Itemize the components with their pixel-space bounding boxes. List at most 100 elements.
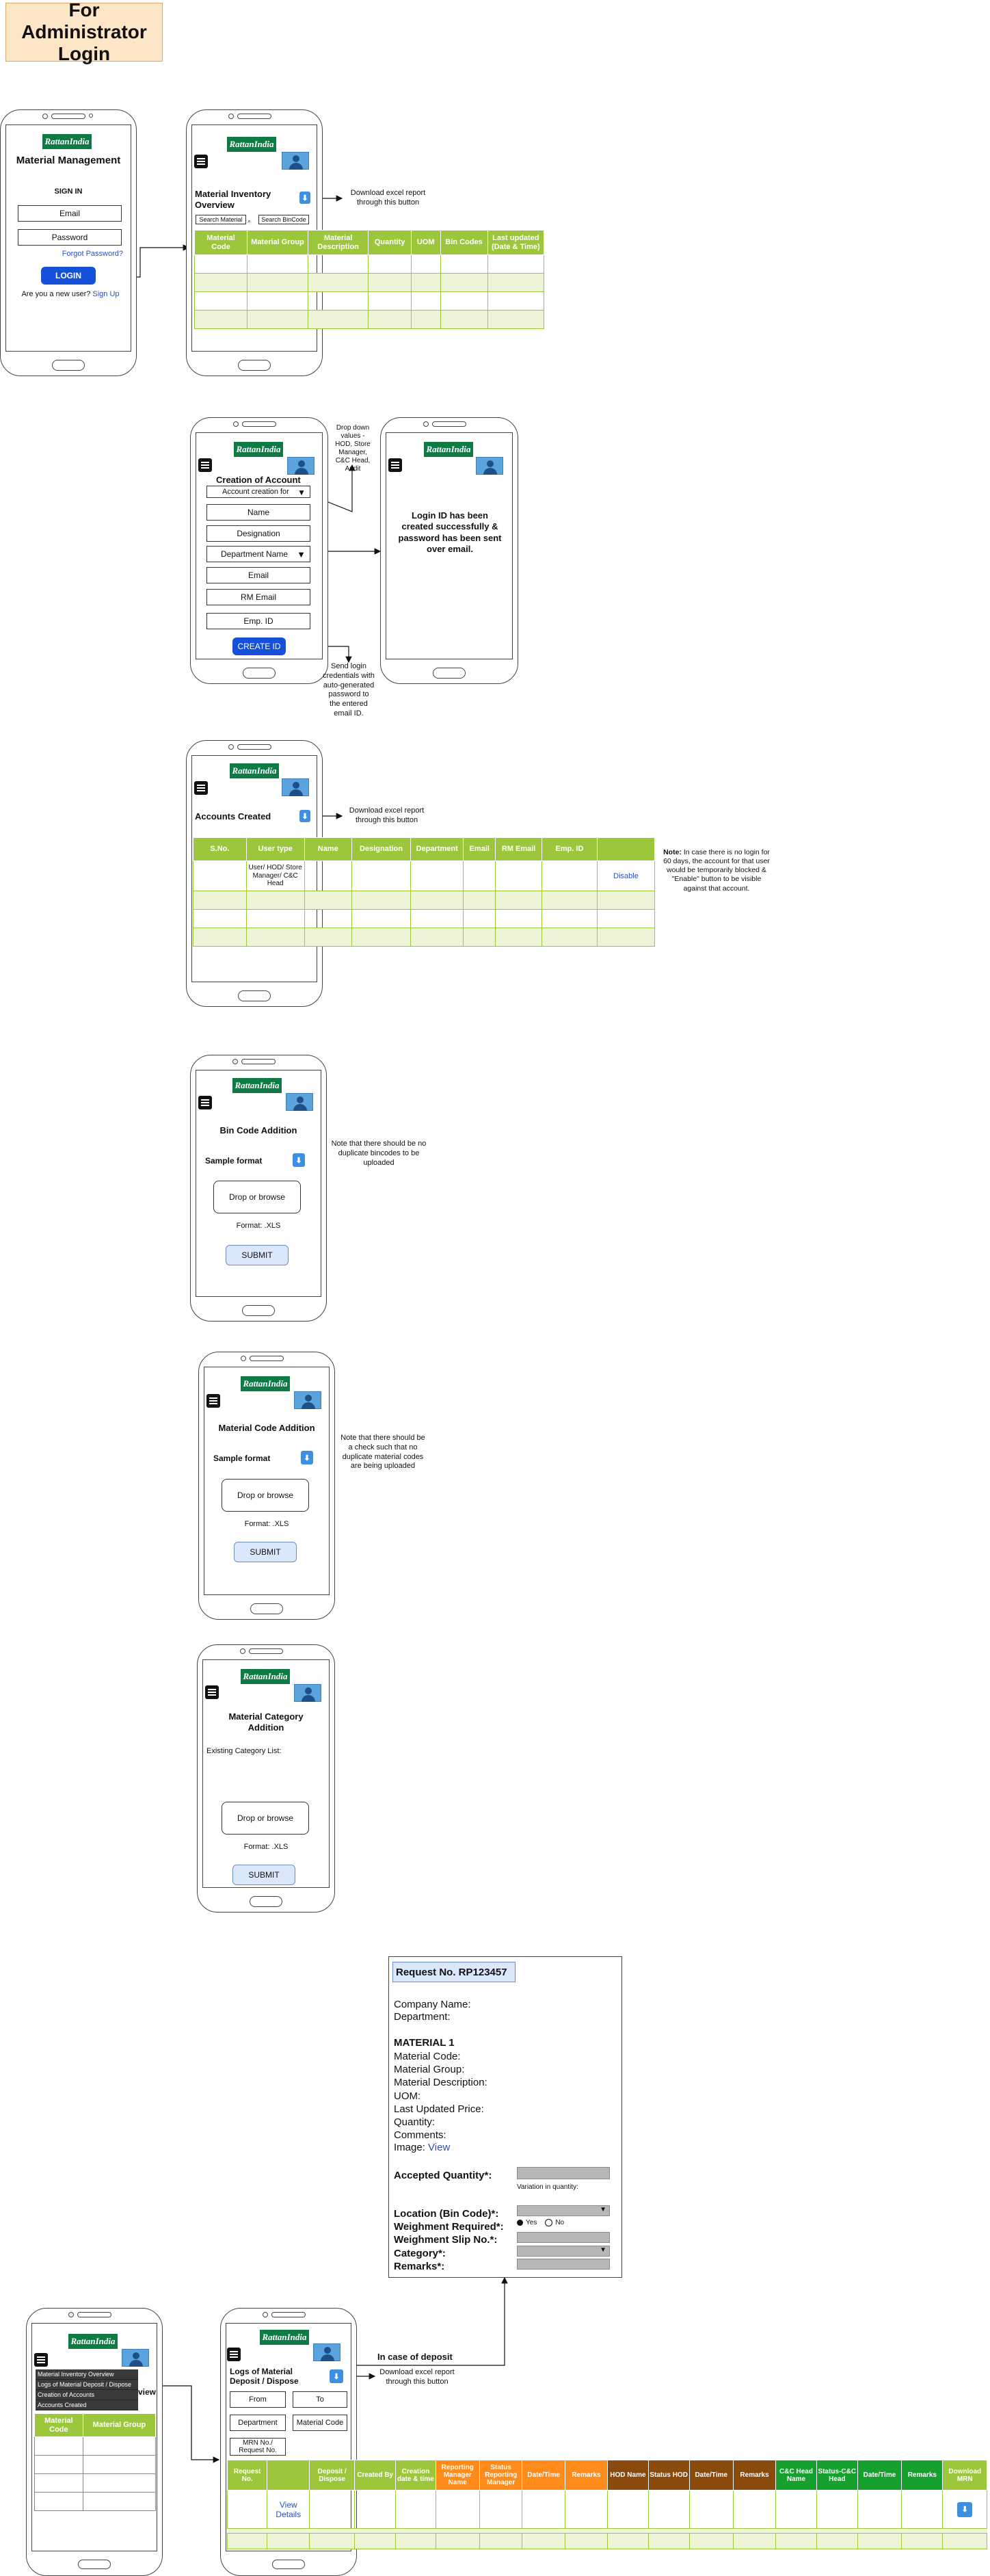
material-fields: Material Code: Material Group: Material De… — [394, 2050, 613, 2142]
radio-no[interactable] — [545, 2219, 553, 2226]
hamburger-menu-icon[interactable] — [198, 458, 212, 472]
to-date-field[interactable]: To — [293, 2391, 347, 2408]
view-details-link[interactable]: View Details — [267, 2490, 310, 2529]
radio-yes[interactable] — [517, 2220, 523, 2226]
designation-field[interactable]: Designation — [206, 525, 310, 542]
download-icon[interactable]: ⬇ — [301, 1451, 313, 1464]
weighment-slip-label: Weighment Slip No.*: — [394, 2234, 498, 2246]
email-field[interactable]: Email — [18, 205, 122, 222]
phone-speaker — [271, 2312, 306, 2317]
home-button[interactable] — [250, 1896, 282, 1907]
phone-camera — [423, 421, 429, 427]
variation-label: Variation in quantity: — [517, 2183, 578, 2191]
search-bincode-input[interactable]: Search BinCode — [258, 215, 309, 224]
create-id-button[interactable]: CREATE ID — [232, 638, 286, 655]
download-icon[interactable]: ⬇ — [299, 810, 310, 822]
deposit-case-label: In case of deposit — [377, 2352, 453, 2362]
forgot-password-link[interactable]: Forgot Password? — [55, 250, 123, 258]
department-label: Department: — [394, 2011, 451, 2023]
menu-item[interactable]: Creation of Accounts — [36, 2390, 138, 2400]
password-field[interactable]: Password — [18, 229, 122, 246]
accepted-qty-input[interactable] — [517, 2167, 610, 2179]
home-button[interactable] — [242, 1305, 275, 1316]
accounts-title: Accounts Created — [195, 811, 271, 822]
account-type-dropdown[interactable]: Account creation for ▼ — [206, 486, 310, 498]
download-icon[interactable]: ⬇ — [293, 1153, 305, 1167]
home-button[interactable] — [238, 990, 271, 1001]
hamburger-menu-icon[interactable] — [198, 1096, 212, 1109]
phone-speaker — [237, 744, 271, 750]
view-image-link[interactable]: View — [428, 2142, 450, 2153]
home-button[interactable] — [238, 360, 271, 371]
file-drop-zone[interactable]: Drop or browse — [222, 1479, 309, 1512]
email-field[interactable]: Email — [206, 567, 310, 583]
rm-email-field[interactable]: RM Email — [206, 589, 310, 605]
logs-table: Request No. Deposit / Dispose Created By Cr… — [226, 2460, 987, 2549]
phone-camera — [68, 2312, 74, 2317]
hamburger-menu-icon[interactable] — [227, 2348, 241, 2361]
name-field[interactable]: Name — [206, 504, 310, 521]
from-date-field[interactable]: From — [230, 2391, 286, 2408]
material-code-filter[interactable]: Material Code — [293, 2415, 347, 2431]
home-button[interactable] — [433, 668, 466, 679]
user-avatar-icon[interactable] — [287, 457, 315, 475]
home-button[interactable] — [272, 2560, 305, 2569]
menu-item[interactable]: Logs of Material Deposit / Dispose — [36, 2380, 138, 2390]
col-logs-6: Status Reporting Manager — [479, 2460, 523, 2490]
user-avatar-icon[interactable] — [286, 1093, 313, 1111]
hamburger-menu-icon[interactable] — [194, 155, 208, 168]
category-label: Category*: — [394, 2248, 446, 2259]
user-avatar-icon[interactable] — [122, 2349, 149, 2367]
home-button[interactable] — [243, 668, 276, 679]
home-button[interactable] — [78, 2560, 111, 2569]
hamburger-menu-icon[interactable] — [34, 2353, 48, 2367]
category-title: Material Category Addition — [228, 1711, 304, 1733]
note-label: Note: — [663, 848, 682, 856]
file-drop-zone[interactable]: Drop or browse — [213, 1181, 301, 1213]
submit-button[interactable]: SUBMIT — [232, 1865, 295, 1885]
mrn-request-filter[interactable]: MRN No./ Request No. — [230, 2438, 286, 2456]
file-drop-zone[interactable]: Drop or browse — [222, 1802, 309, 1835]
user-avatar-icon[interactable] — [294, 1684, 321, 1702]
hamburger-menu-icon[interactable] — [206, 1394, 220, 1408]
user-avatar-icon[interactable] — [282, 152, 309, 170]
menu-item[interactable]: Accounts Created — [36, 2400, 138, 2410]
weighment-radio-group: Yes No — [517, 2219, 564, 2226]
company-logo: RattanIndia — [260, 2330, 309, 2345]
home-button[interactable] — [250, 1603, 283, 1614]
download-icon[interactable]: ⬇ — [299, 192, 310, 204]
col-logs-4: Creation date & time — [395, 2460, 436, 2490]
weighment-slip-input[interactable] — [517, 2232, 610, 2243]
user-avatar-icon[interactable] — [313, 2343, 340, 2361]
menu-item[interactable]: Material Inventory Overview — [36, 2369, 138, 2380]
download-mrn-icon[interactable]: ⬇ — [957, 2501, 973, 2517]
department-dropdown[interactable]: Department Name ▼ — [206, 546, 310, 562]
category-dropdown[interactable]: ▼ — [517, 2246, 610, 2257]
user-avatar-icon[interactable] — [294, 1391, 321, 1409]
hamburger-menu-icon[interactable] — [194, 781, 208, 795]
location-dropdown[interactable]: ▼ — [517, 2205, 610, 2216]
submit-button[interactable]: SUBMIT — [234, 1542, 297, 1562]
home-button[interactable] — [52, 360, 85, 371]
department-label: Department Name — [221, 549, 289, 559]
col-accounts-5: Email — [463, 837, 496, 861]
search-material-input[interactable]: Search Material — [196, 215, 246, 224]
hamburger-menu-icon[interactable] — [388, 458, 402, 472]
col-inventory-2: Material Description — [307, 230, 369, 255]
user-avatar-icon[interactable] — [476, 457, 503, 475]
sample-format-label: Sample format — [205, 1156, 263, 1166]
inventory-table: Material Code Material Group Material Desc… — [193, 230, 545, 329]
material-field-label: Comments: — [394, 2129, 446, 2142]
user-avatar-icon[interactable] — [282, 778, 309, 796]
emp-id-field[interactable]: Emp. ID — [206, 613, 310, 629]
download-icon[interactable]: ⬇ — [330, 2369, 343, 2383]
remarks-input[interactable] — [517, 2259, 610, 2270]
material-field-label: UOM: — [394, 2090, 421, 2102]
department-filter[interactable]: Department — [230, 2415, 286, 2431]
create-account-title: Creation of Account — [216, 475, 301, 485]
login-button[interactable]: LOGIN — [41, 267, 96, 285]
submit-button[interactable]: SUBMIT — [226, 1245, 289, 1265]
signup-link[interactable]: Sign Up — [92, 290, 119, 298]
hamburger-menu-icon[interactable] — [205, 1685, 219, 1699]
disable-button[interactable]: Disable — [597, 860, 655, 891]
